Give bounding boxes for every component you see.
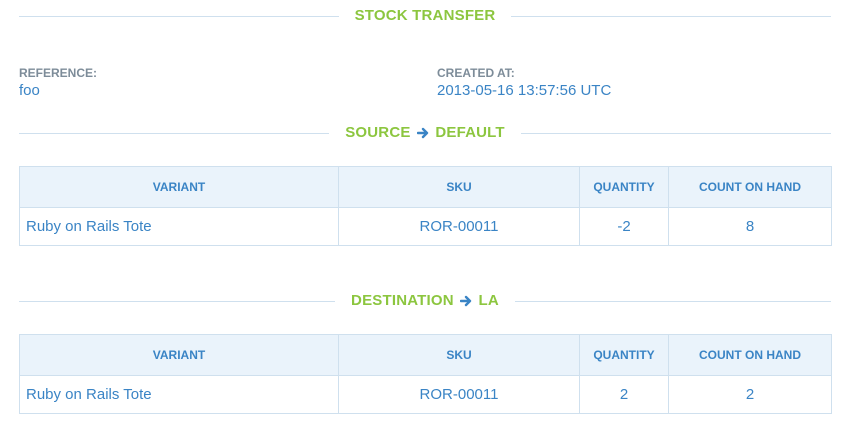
arrow-right-icon — [459, 293, 472, 313]
source-table-header-row: VARIANT SKU QUANTITY COUNT ON HAND — [19, 166, 832, 208]
column-header-quantity: QUANTITY — [579, 166, 669, 208]
destination-table-header-row: VARIANT SKU QUANTITY COUNT ON HAND — [19, 334, 832, 376]
source-table: VARIANT SKU QUANTITY COUNT ON HAND Ruby … — [19, 166, 832, 246]
source-section-title: SOURCE DEFAULT — [0, 123, 850, 145]
count-on-hand-cell: 2 — [668, 375, 832, 414]
sku-cell: ROR-00011 — [338, 375, 580, 414]
column-header-count-on-hand: COUNT ON HAND — [668, 334, 832, 376]
stock-transfer-page: STOCK TRANSFER REFERENCE: foo CREATED AT… — [0, 0, 850, 444]
destination-prefix: DESTINATION — [351, 292, 454, 309]
created-at-value: 2013-05-16 13:57:56 UTC — [437, 82, 612, 99]
quantity-cell: 2 — [579, 375, 669, 414]
column-header-sku: SKU — [338, 166, 580, 208]
variant-link[interactable]: Ruby on Rails Tote — [19, 375, 339, 414]
variant-link[interactable]: Ruby on Rails Tote — [19, 207, 339, 246]
page-title-text: STOCK TRANSFER — [338, 7, 512, 24]
source-prefix: SOURCE — [345, 124, 411, 141]
source-location: DEFAULT — [435, 124, 505, 141]
quantity-cell: -2 — [579, 207, 669, 246]
destination-section-title: DESTINATION LA — [0, 291, 850, 313]
column-header-variant: VARIANT — [19, 334, 339, 376]
reference-value: foo — [19, 82, 40, 99]
table-row: Ruby on Rails Tote ROR-00011 -2 8 — [19, 207, 832, 246]
column-header-count-on-hand: COUNT ON HAND — [668, 166, 832, 208]
reference-label: REFERENCE: — [19, 66, 98, 80]
column-header-sku: SKU — [338, 334, 580, 376]
destination-table: VARIANT SKU QUANTITY COUNT ON HAND Ruby … — [19, 334, 832, 414]
column-header-variant: VARIANT — [19, 166, 339, 208]
destination-location: LA — [478, 292, 499, 309]
table-row: Ruby on Rails Tote ROR-00011 2 2 — [19, 375, 832, 414]
arrow-right-icon — [416, 125, 429, 145]
sku-cell: ROR-00011 — [338, 207, 580, 246]
page-title: STOCK TRANSFER — [0, 6, 850, 26]
created-at-label: CREATED AT: — [437, 66, 515, 80]
column-header-quantity: QUANTITY — [579, 334, 669, 376]
count-on-hand-cell: 8 — [668, 207, 832, 246]
